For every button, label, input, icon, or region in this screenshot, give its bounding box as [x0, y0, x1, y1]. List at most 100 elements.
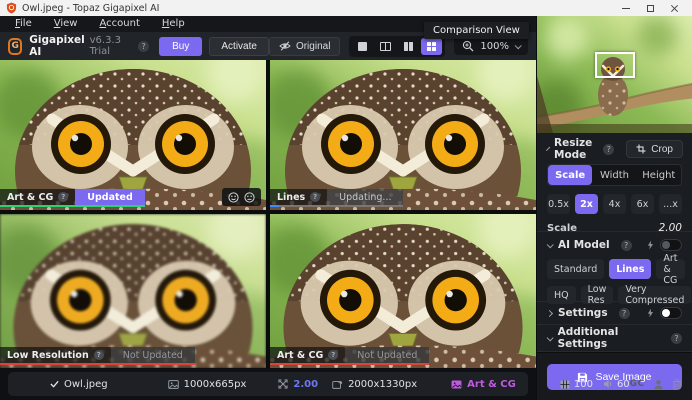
status-strip: Owl.jpeg 1000x665px 2.00 2000x1330px Art…: [0, 368, 681, 400]
app-name: Gigapixel AI: [29, 34, 85, 58]
panel-art-cg-bottom[interactable]: Art & CG ? Not Updated: [270, 214, 536, 368]
trash-icon[interactable]: [672, 378, 682, 390]
auto-bolt-icon: [647, 308, 654, 318]
factor-6x-button[interactable]: 6x: [631, 194, 654, 214]
filename: Owl.jpeg: [64, 378, 108, 390]
menu-file[interactable]: File: [4, 16, 43, 32]
navigator-viewport-rect[interactable]: [595, 52, 635, 78]
resize-mode-section: Resize Mode ? Crop Scale Width Height 0.…: [537, 133, 692, 234]
panel-status-badge: Updated: [75, 189, 145, 205]
buy-button[interactable]: Buy: [159, 36, 203, 56]
noise-grid-icon: [560, 380, 570, 388]
maximize-button[interactable]: [638, 0, 662, 16]
crop-button[interactable]: Crop: [626, 140, 683, 158]
model-help-icon[interactable]: ?: [58, 192, 69, 202]
version-help-icon[interactable]: ?: [138, 40, 150, 52]
side-by-side-icon: [404, 41, 414, 51]
close-button[interactable]: [662, 0, 686, 16]
progress-line-updated: [0, 205, 145, 207]
chevron-down-icon[interactable]: [546, 333, 554, 341]
scale-factor-buttons: 0.5x 2x 4x 6x ...x: [547, 194, 682, 214]
owl-preview-image: [270, 60, 536, 210]
model-art-cg-button[interactable]: Art & CG: [656, 253, 685, 286]
mode-height-tab[interactable]: Height: [637, 165, 681, 185]
zoom-value: 100%: [480, 40, 510, 52]
chevron-down-icon[interactable]: [546, 146, 551, 151]
ai-model-row-1: Standard Lines Art & CG: [547, 253, 685, 286]
additional-settings-section: Additional Settings ?: [537, 325, 692, 352]
crop-icon: [636, 144, 646, 154]
factor-05x-button[interactable]: 0.5x: [547, 194, 570, 214]
gigapixel-window: Owl.jpeg - Topaz Gigapixel AI File View …: [0, 0, 692, 400]
navigator-thumbnail[interactable]: [537, 16, 692, 133]
model-lines-button[interactable]: Lines: [609, 259, 652, 279]
panel-lines[interactable]: Lines ? Updating...: [270, 60, 536, 210]
minimize-button[interactable]: [614, 0, 638, 16]
output-size: 2000x1330px: [348, 378, 418, 390]
resize-mode-title: Resize Mode: [554, 137, 593, 161]
owl-preview-image: [0, 214, 266, 368]
model-help-icon[interactable]: ?: [93, 350, 104, 360]
chevron-right-icon[interactable]: [545, 309, 554, 317]
app-shield-icon: [6, 2, 17, 14]
mode-scale-tab[interactable]: Scale: [548, 165, 593, 185]
ai-model-section: AI Model ? Standard Lines Art & CG HQ Lo…: [537, 232, 692, 306]
panel-model-label: Art & CG: [7, 191, 54, 203]
gigapixel-logo: G: [8, 37, 23, 55]
output-image-icon: [332, 380, 343, 389]
app-version: v6.3.3 Trial: [89, 35, 121, 57]
factor-4x-button[interactable]: 4x: [603, 194, 626, 214]
menu-account[interactable]: Account: [88, 16, 150, 32]
speaker-icon: [603, 380, 612, 388]
split-view-icon: [380, 41, 392, 51]
file-status-bar: Owl.jpeg 1000x665px 2.00 2000x1330px Art…: [8, 372, 681, 396]
menu-help[interactable]: Help: [151, 16, 196, 32]
panel-art-cg-top[interactable]: Art & CG ? Updated: [0, 60, 266, 210]
single-view-button[interactable]: [352, 38, 373, 55]
menu-view[interactable]: View: [43, 16, 89, 32]
progress-line-not-updated: [0, 363, 195, 365]
comparison-view-button[interactable]: [421, 37, 443, 55]
additional-settings-help-icon[interactable]: ?: [671, 332, 682, 344]
ai-model-help-icon[interactable]: ?: [620, 239, 632, 251]
mode-width-tab[interactable]: Width: [592, 165, 636, 185]
model-standard-button[interactable]: Standard: [547, 259, 605, 279]
chevron-down-icon: [514, 41, 522, 49]
save-area: Save Image: [537, 352, 692, 400]
activate-button[interactable]: Activate: [209, 36, 269, 56]
scale-factor-value: 2.00: [293, 378, 319, 390]
input-size: 1000x665px: [183, 378, 247, 390]
sidebar: Resize Mode ? Crop Scale Width Height 0.…: [536, 16, 692, 400]
titlebar: Owl.jpeg - Topaz Gigapixel AI: [0, 0, 692, 16]
resize-help-icon[interactable]: ?: [603, 143, 615, 155]
resize-mode-tabs: Scale Width Height: [547, 164, 682, 186]
file-entry[interactable]: Owl.jpeg: [50, 379, 108, 390]
feedback-box: [222, 188, 261, 206]
side-by-side-view-button[interactable]: [398, 38, 419, 55]
person-icon[interactable]: [653, 379, 664, 390]
comparison-grid-icon: [427, 41, 437, 51]
settings-help-icon[interactable]: ?: [618, 307, 630, 319]
gpu-label: GC: [629, 379, 645, 389]
progress-line-not-updated: [270, 363, 430, 365]
expand-icon: [278, 379, 288, 389]
panel-status-badge: Not Updated: [110, 347, 195, 363]
panel-model-label: Lines: [277, 191, 306, 203]
panel-low-resolution[interactable]: Low Resolution ? Not Updated: [0, 214, 266, 368]
ai-auto-toggle[interactable]: [660, 239, 682, 251]
model-help-icon[interactable]: ?: [310, 192, 321, 202]
settings-auto-toggle[interactable]: [660, 307, 682, 319]
panel-status-badge: Not Updated: [345, 347, 430, 363]
neutral-face-icon[interactable]: [244, 191, 255, 203]
chevron-down-icon[interactable]: [546, 240, 554, 248]
factor-2x-button[interactable]: 2x: [575, 194, 598, 214]
factor-custom-button[interactable]: ...x: [659, 194, 682, 214]
model-help-icon[interactable]: ?: [328, 350, 339, 360]
settings-title: Settings: [558, 307, 608, 319]
split-view-button[interactable]: [375, 38, 396, 55]
comparison-view-tooltip: Comparison View: [424, 22, 529, 39]
zoom-control[interactable]: 100%: [454, 37, 529, 55]
happy-face-icon[interactable]: [228, 191, 239, 203]
zoom-in-icon: [463, 40, 474, 52]
original-toggle-button[interactable]: Original: [268, 36, 341, 56]
